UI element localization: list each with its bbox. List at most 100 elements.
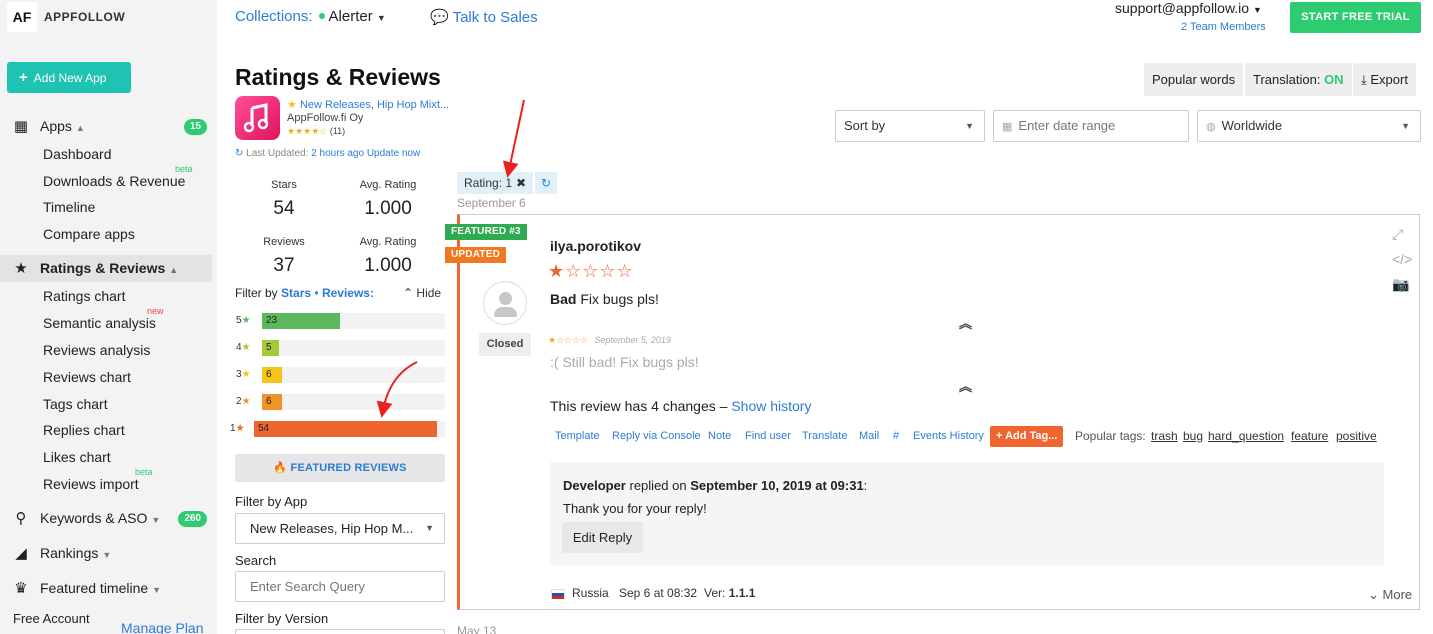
trophy-icon: ♛ <box>14 580 28 597</box>
featured-badge: FEATURED #3 <box>445 224 527 240</box>
rating-filter-chip[interactable]: Rating: 1 ✖ <box>457 172 534 194</box>
hashtag-action[interactable]: # <box>893 430 899 442</box>
filter-reviews-link[interactable]: Reviews: <box>322 286 374 300</box>
sidebar-item-rankings[interactable]: ◢ Rankings ▼ <box>0 540 212 567</box>
tag-hard-question[interactable]: hard_question <box>1208 429 1284 443</box>
translation-toggle[interactable]: Translation: ON <box>1245 63 1352 96</box>
caret-down-icon: ▼ <box>1252 5 1262 15</box>
app-icon[interactable] <box>235 96 280 140</box>
rating-bar-3[interactable]: 6 <box>262 367 445 383</box>
sidebar-item-replies-chart[interactable]: Replies chart <box>0 417 212 444</box>
chevron-up-double-icon[interactable]: ︽ <box>959 376 972 395</box>
add-new-app-button[interactable]: + Add New App <box>7 62 131 93</box>
rating-bar-4[interactable]: 5 <box>262 340 445 356</box>
review-changes: This review has 4 changes – Show history <box>550 398 812 414</box>
date-range-input[interactable]: ▦ Enter date range <box>993 110 1189 142</box>
sidebar-item-reviews-import[interactable]: Reviews import <box>0 471 212 498</box>
last-updated: ↻ Last Updated: 2 hours ago Update now <box>235 148 421 159</box>
embed-code-icon[interactable]: </> <box>1392 251 1412 267</box>
refresh-icon: ↻ <box>235 148 244 159</box>
tag-feature[interactable]: feature <box>1291 429 1328 443</box>
rating-bar-fill-3: 6 <box>262 367 282 383</box>
sidebar-item-compare-apps[interactable]: Compare apps <box>0 221 212 248</box>
events-history-action[interactable]: Events History <box>913 430 984 442</box>
add-tag-button[interactable]: + Add Tag... <box>990 426 1064 447</box>
date-separator: September 6 <box>457 196 526 210</box>
sidebar-item-likes-chart[interactable]: Likes chart <box>0 444 212 471</box>
sidebar-item-timeline[interactable]: Timeline <box>0 194 212 221</box>
caret-down-icon: ▼ <box>152 585 162 595</box>
expand-icon[interactable]: ⤢ <box>1392 226 1403 243</box>
note-action[interactable]: Note <box>708 430 731 442</box>
caret-down-icon: ▼ <box>376 13 386 23</box>
export-button[interactable]: ⤓ Export <box>1353 63 1416 96</box>
rating-bar-2[interactable]: 6 <box>262 394 445 410</box>
talk-to-sales-link[interactable]: 💬 Talk to Sales <box>430 8 538 26</box>
tag-bug[interactable]: bug <box>1183 429 1203 443</box>
rating-bar-count-3: 6 <box>266 369 272 380</box>
template-action[interactable]: Template <box>555 430 600 442</box>
review-country: Russia <box>572 586 609 600</box>
team-members-link[interactable]: 2 Team Members <box>1181 21 1266 33</box>
featured-reviews-button[interactable]: 🔥 FEATURED REVIEWS <box>235 454 445 482</box>
close-icon[interactable]: ✖ <box>516 176 526 190</box>
more-button[interactable]: ⌄ More <box>1368 587 1412 603</box>
edit-reply-button[interactable]: Edit Reply <box>562 522 643 553</box>
search-label: Search <box>235 553 277 568</box>
collections-selector[interactable]: Collections: Alerter ▼ <box>235 8 386 25</box>
brand-name: APPFOLLOW <box>44 10 126 24</box>
keywords-count-badge: 260 <box>178 511 207 527</box>
sidebar-item-featured-timeline[interactable]: ♛ Featured timeline ▼ <box>0 575 212 602</box>
sidebar-item-tags-chart[interactable]: Tags chart <box>0 391 212 418</box>
sidebar-item-apps[interactable]: ▦ Apps ▲ 15 <box>0 113 212 140</box>
reply-via-console-action[interactable]: Reply via Console <box>612 430 701 442</box>
caret-down-icon: ▼ <box>102 550 112 560</box>
tag-positive[interactable]: positive <box>1336 429 1377 443</box>
find-user-action[interactable]: Find user <box>745 430 791 442</box>
rating-bar-5[interactable]: 23 <box>262 313 445 329</box>
start-free-trial-button[interactable]: START FREE TRIAL <box>1290 2 1421 33</box>
filter-version-select[interactable] <box>235 629 445 634</box>
hide-toggle[interactable]: ⌃ Hide <box>403 286 441 300</box>
sidebar-item-reviews-analysis[interactable]: Reviews analysis <box>0 337 212 364</box>
sidebar-item-ratings-reviews[interactable]: ★ Ratings & Reviews ▲ <box>0 255 212 282</box>
translate-action[interactable]: Translate <box>802 430 847 442</box>
review-author: ilya.porotikov <box>550 238 642 254</box>
filter-version-label: Filter by Version <box>235 611 329 626</box>
rating-bar-1[interactable]: 54 <box>254 421 445 437</box>
refresh-filter-button[interactable]: ↻ <box>535 172 557 194</box>
sidebar-item-semantic-analysis[interactable]: Semantic analysis <box>0 310 212 337</box>
sidebar-item-keywords-aso[interactable]: ⚲ Keywords & ASO ▼ 260 <box>0 505 212 532</box>
sort-by-select[interactable]: Sort by ▼ <box>835 110 985 142</box>
rating-bar-count-5: 23 <box>266 315 278 326</box>
sidebar-item-reviews-chart[interactable]: Reviews chart <box>0 364 212 391</box>
date-separator: May 13 <box>457 624 497 634</box>
bar-label-4: 4★ <box>236 342 251 353</box>
stars-value: 54 <box>273 198 295 219</box>
reply-text: Thank you for your reply! <box>563 501 707 516</box>
account-menu[interactable]: support@appfollow.io ▼ <box>1115 0 1262 16</box>
camera-icon[interactable]: 📷 <box>1392 276 1409 293</box>
app-name[interactable]: ★ New Releases, Hip Hop Mixt... <box>287 98 449 111</box>
review-rating-stars: ★☆☆☆☆ <box>548 261 634 281</box>
rating-bar-count-4: 5 <box>266 342 272 353</box>
sidebar-item-ratings-chart[interactable]: Ratings chart <box>0 283 212 310</box>
status-badge[interactable]: Closed <box>479 333 531 356</box>
rating-bar-fill-2: 6 <box>262 394 282 410</box>
manage-plan-link[interactable]: Manage Plan <box>121 620 204 634</box>
appfollow-logo[interactable]: AF <box>7 2 37 32</box>
chevron-up-double-icon[interactable]: ︽ <box>959 313 972 332</box>
popular-words-button[interactable]: Popular words <box>1144 63 1244 96</box>
search-input[interactable]: Enter Search Query <box>235 571 445 602</box>
review-date: Sep 6 at 08:32 <box>619 586 698 600</box>
filter-app-select[interactable]: New Releases, Hip Hop M... ▼ <box>235 513 445 544</box>
region-select[interactable]: ◍ Worldwide ▼ <box>1197 110 1421 142</box>
show-history-link[interactable]: Show history <box>731 398 811 414</box>
chart-icon: ◢ <box>15 545 27 562</box>
mail-action[interactable]: Mail <box>859 430 879 442</box>
update-now-link[interactable]: Update now <box>367 148 420 159</box>
music-note-icon <box>243 103 269 133</box>
tag-trash[interactable]: trash <box>1151 429 1178 443</box>
favorite-star-icon[interactable]: ★ <box>287 99 297 111</box>
filter-stars-link[interactable]: Stars <box>281 286 311 300</box>
